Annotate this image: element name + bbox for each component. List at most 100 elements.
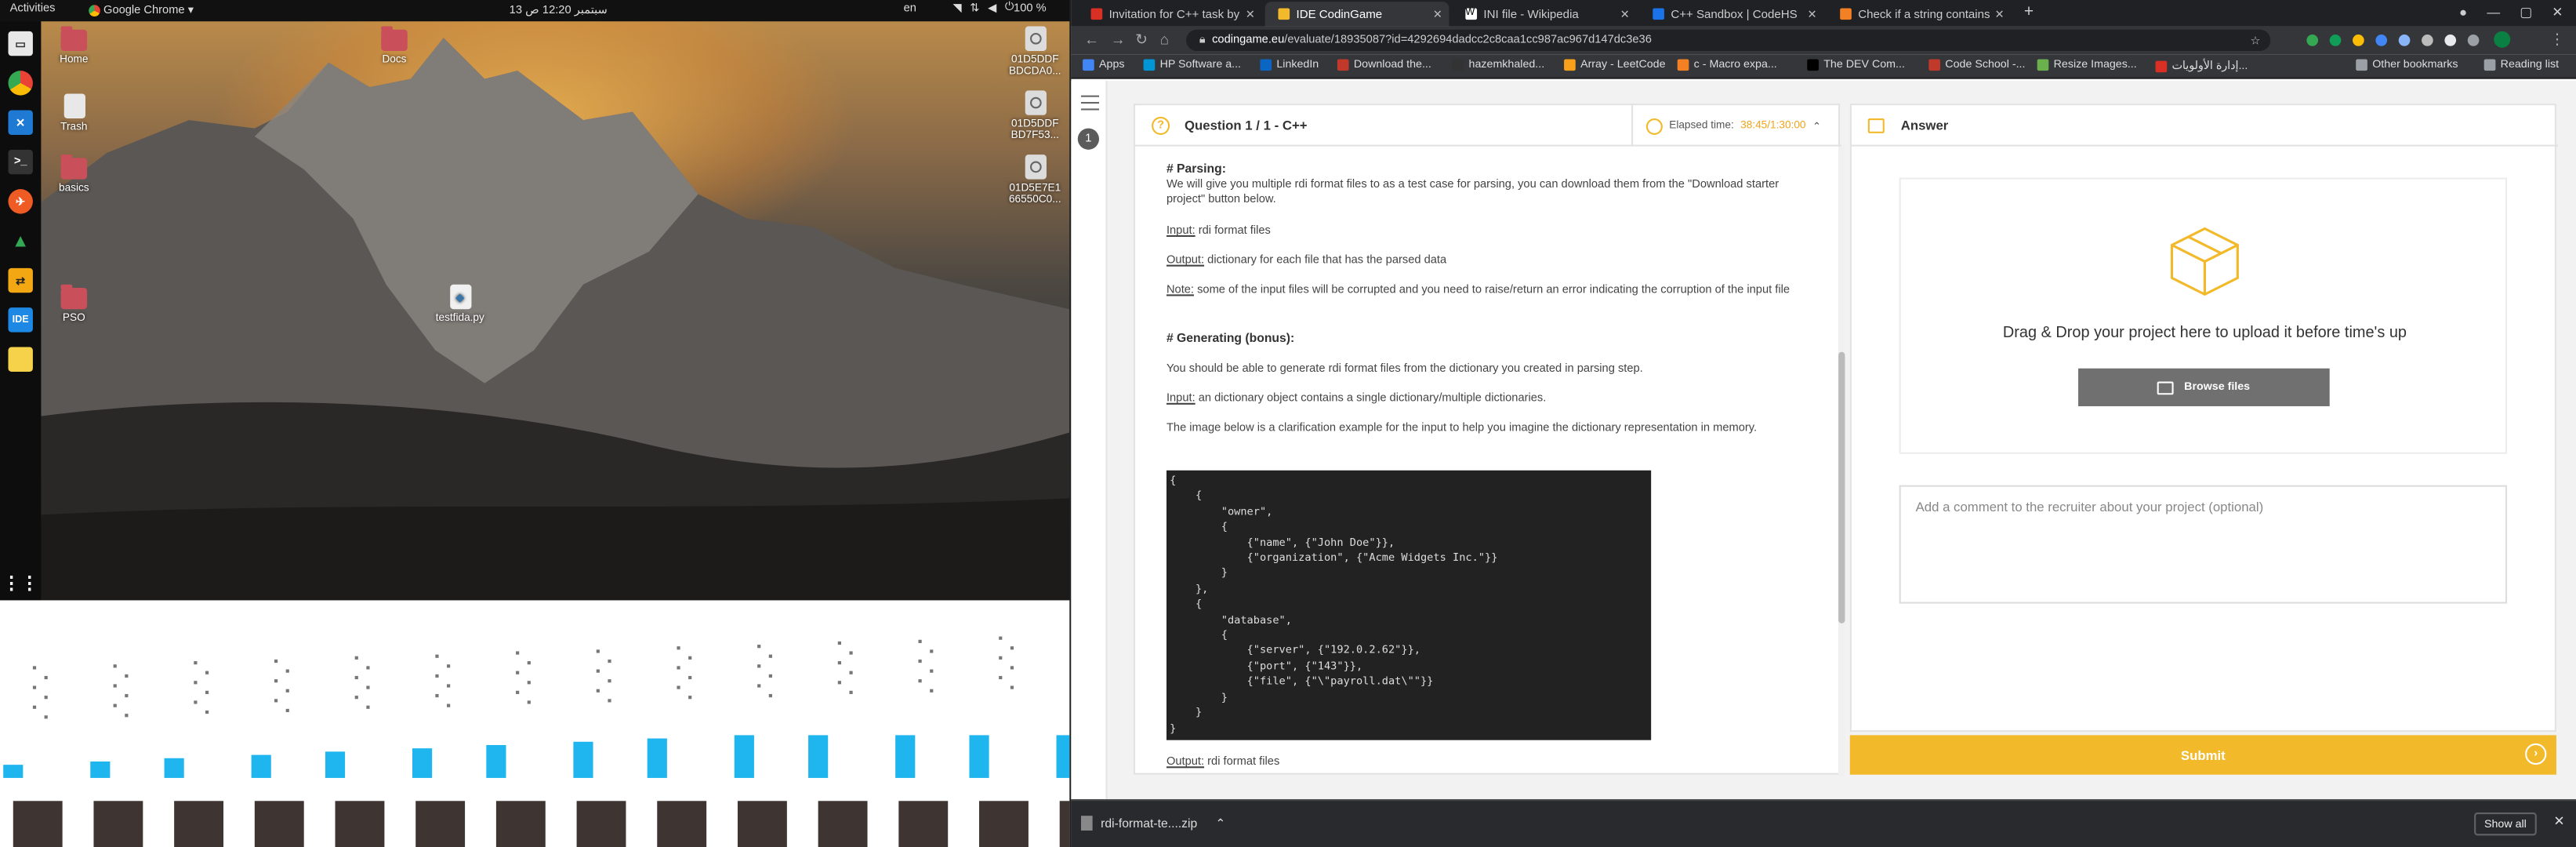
scrollbar[interactable]: [1838, 146, 1845, 776]
gmail-icon: [1090, 8, 1103, 20]
pattern-dot: [688, 675, 692, 680]
bookmark-item[interactable]: The DEV Com...: [1807, 59, 1905, 71]
pattern-block: [495, 801, 546, 847]
minimize-icon[interactable]: —: [2487, 5, 2500, 20]
forward-icon[interactable]: →: [1111, 31, 1126, 48]
puzzle-icon[interactable]: [2467, 35, 2480, 46]
new-tab-button[interactable]: +: [2024, 3, 2034, 21]
pattern-dot: [205, 690, 209, 694]
desktop-icon-trash[interactable]: Trash: [41, 93, 114, 133]
dock: ▭ ✕ >_ ✈ ▲ ⇄ IDE ⋮⋮: [0, 21, 42, 601]
chrome-icon: [89, 4, 100, 16]
hamburger-menu-icon[interactable]: [1080, 95, 1100, 115]
maximize-icon[interactable]: ▢: [2520, 5, 2532, 20]
menu-kebab-icon[interactable]: ⋮: [2550, 31, 2565, 49]
bookmark-favicon-icon: [1677, 59, 1689, 71]
reload-icon[interactable]: ↻: [1135, 31, 1148, 49]
profile-avatar-icon[interactable]: [2494, 31, 2511, 48]
extension-icon-2[interactable]: [2329, 35, 2342, 46]
desktop-icon-basics[interactable]: basics: [41, 154, 114, 194]
desktop-icon-disk-1[interactable]: 01D5DDF BDCDA0...: [997, 26, 1069, 78]
tab-invitation[interactable]: Invitation for C++ task by ✕: [1078, 2, 1262, 26]
home-icon[interactable]: ⌂: [1160, 31, 1169, 48]
tab-ide-codingame[interactable]: IDE CodinGame ✕: [1264, 2, 1449, 27]
bookmark-favicon-icon: [1337, 59, 1349, 71]
close-icon[interactable]: ✕: [2553, 814, 2564, 829]
pattern-blue-block: [251, 754, 271, 778]
bookmark-favicon-icon: [1083, 59, 1094, 71]
pattern-dot: [837, 681, 841, 685]
language-indicator[interactable]: en: [904, 3, 916, 15]
browse-files-button[interactable]: Browse files: [2078, 368, 2330, 406]
question-number-badge[interactable]: 1: [1077, 128, 1100, 150]
bookmark-item[interactable]: HP Software a...: [1143, 59, 1241, 71]
tab-codehs[interactable]: C++ Sandbox | CodeHS ✕: [1640, 2, 1824, 26]
desktop-icon-pso[interactable]: PSO: [41, 284, 114, 324]
bookmark-item[interactable]: LinkedIn: [1260, 59, 1319, 71]
recruiter-comment-field[interactable]: Add a comment to the recruiter about you…: [1899, 485, 2508, 604]
desktop-icon-home[interactable]: Home: [41, 26, 114, 66]
bookmark-item[interactable]: c - Macro expa...: [1677, 59, 1777, 71]
bookmark-star-icon[interactable]: ☆: [2251, 34, 2261, 47]
terminal-icon[interactable]: >_: [8, 149, 33, 175]
files-icon[interactable]: ▭: [8, 31, 33, 56]
other-bookmarks[interactable]: Other bookmarks: [2356, 59, 2458, 71]
chevron-up-icon[interactable]: ⌃: [1215, 816, 1225, 831]
desktop-icon-docs[interactable]: Docs: [354, 26, 436, 66]
app-menu[interactable]: Google Chrome ▾: [89, 3, 194, 16]
clock[interactable]: 13 سبتمبر 12:20 ص: [510, 3, 608, 16]
bookmark-favicon-icon: [1564, 59, 1576, 71]
pattern-blue-block: [734, 735, 754, 778]
package-box-icon: [2170, 227, 2239, 296]
reading-list[interactable]: Reading list: [2483, 59, 2559, 71]
pattern-dot: [516, 651, 520, 655]
tab-ini-wikipedia[interactable]: W INI file - Wikipedia ✕: [1453, 2, 1637, 26]
bookmark-item[interactable]: إدارة الأولويات...: [2155, 59, 2248, 72]
folder-icon: [2157, 380, 2175, 394]
scrollbar-thumb[interactable]: [1838, 351, 1845, 623]
back-icon[interactable]: ←: [1084, 31, 1099, 48]
desktop-icon-disk-2[interactable]: 01D5DDF BD7F53...: [997, 90, 1069, 141]
bookmark-item[interactable]: Array - LeetCode: [1564, 59, 1666, 71]
close-window-icon[interactable]: ✕: [2552, 5, 2563, 20]
flow-icon[interactable]: ⇄: [8, 267, 33, 293]
extension-icon-3[interactable]: [2353, 35, 2364, 46]
extension-icon-4[interactable]: [2375, 35, 2388, 46]
pattern-dot: [366, 666, 370, 670]
show-all-button[interactable]: Show all: [2474, 812, 2537, 836]
bookmark-item[interactable]: Download the...: [1337, 59, 1431, 71]
submit-button[interactable]: Submit ›: [1849, 735, 2556, 775]
postman-icon[interactable]: ✈: [8, 189, 33, 214]
close-icon[interactable]: ✕: [1808, 7, 1817, 21]
question-icon: ?: [1152, 116, 1170, 135]
app-grid-icon[interactable]: ⋮⋮: [2, 571, 38, 595]
ide-icon[interactable]: IDE: [8, 307, 33, 333]
close-icon[interactable]: ✕: [1994, 7, 2004, 21]
battery-indicator[interactable]: 100 %: [1014, 3, 1047, 15]
elapsed-timer[interactable]: Elapsed time: 38:45/1:30:00 ⌃: [1631, 105, 1841, 147]
address-bar[interactable]: 🔒︎ codingame.eu/evaluate/18935087?id=429…: [1186, 29, 2271, 52]
upload-dropzone[interactable]: Drag & Drop your project here to upload …: [1899, 177, 2508, 454]
profile-icon[interactable]: ●: [2459, 5, 2467, 20]
extension-icon-1[interactable]: [2306, 35, 2319, 46]
bookmark-item[interactable]: Code School -...: [1928, 59, 2025, 71]
bookmark-item[interactable]: Apps: [1083, 59, 1125, 71]
close-icon[interactable]: ✕: [1246, 7, 1255, 21]
bookmark-item[interactable]: Resize Images...: [2037, 59, 2137, 71]
bookmark-item[interactable]: hazemkhaled...: [1452, 59, 1544, 71]
extension-icon-6[interactable]: [2422, 35, 2433, 46]
extension-icon-7[interactable]: [2444, 35, 2457, 46]
vscode-icon[interactable]: ✕: [8, 110, 33, 135]
close-icon[interactable]: ✕: [1620, 7, 1630, 21]
extension-icon-5[interactable]: [2398, 35, 2411, 46]
chrome-dock-icon[interactable]: [8, 71, 33, 96]
desktop-icon-disk-3[interactable]: 01D5E7E1 66550C0...: [997, 154, 1069, 205]
notes-icon[interactable]: [8, 347, 33, 372]
drive-icon[interactable]: ▲: [8, 228, 32, 253]
tab-stackoverflow[interactable]: Check if a string contains ✕: [1827, 2, 2011, 26]
close-icon[interactable]: ✕: [1433, 7, 1442, 21]
system-tray[interactable]: ◥ ⇅ ◀ ⏻: [953, 2, 1014, 15]
download-item[interactable]: rdi-format-te....zip ⌃: [1080, 816, 1226, 831]
desktop-icon-testfida[interactable]: ◆ testfida.py: [419, 284, 501, 324]
activities-button[interactable]: Activities: [10, 3, 56, 15]
